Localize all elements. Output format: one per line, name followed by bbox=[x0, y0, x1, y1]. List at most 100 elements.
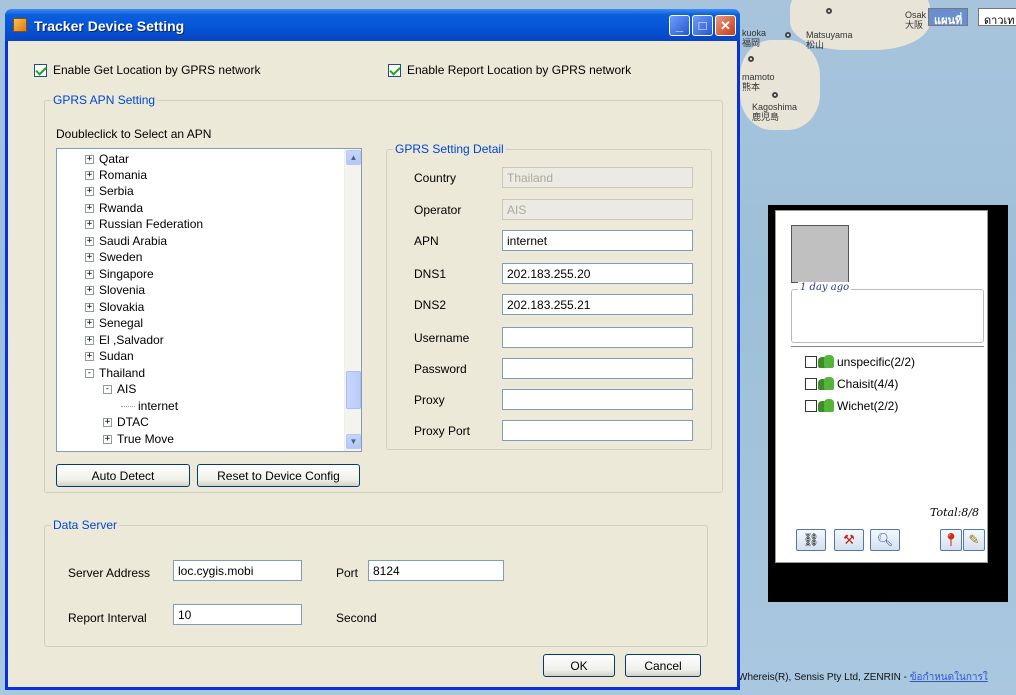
tree-node[interactable]: - Thailand bbox=[85, 365, 145, 381]
tree-node[interactable]: + True Move bbox=[103, 431, 174, 447]
proxy-label: Proxy bbox=[414, 393, 445, 407]
group-item[interactable]: Wichet(2/2) bbox=[805, 397, 898, 415]
dialog-titlebar[interactable]: Tracker Device Setting _ □ ✕ bbox=[5, 9, 740, 41]
map-label-osaka: Osak 大阪 bbox=[905, 10, 927, 30]
reset-device-config-button[interactable]: Reset to Device Config bbox=[197, 464, 360, 487]
group-item[interactable]: unspecific(2/2) bbox=[805, 353, 915, 371]
apn-tree[interactable]: + Qatar + Romania + Serbia + Rwanda + Russian… bbox=[56, 148, 362, 452]
link-button[interactable]: ⛓ bbox=[796, 529, 826, 551]
server-address-label: Server Address bbox=[68, 566, 151, 580]
report-interval-field[interactable]: 10 bbox=[173, 604, 302, 625]
terms-link[interactable]: ข้อกำหนดในการใ bbox=[910, 672, 988, 683]
city-marker-icon bbox=[772, 92, 778, 98]
expand-icon[interactable]: + bbox=[85, 170, 94, 180]
tree-node[interactable]: + DTAC bbox=[103, 414, 149, 430]
expand-icon[interactable]: + bbox=[85, 269, 94, 279]
checkbox-checked-icon[interactable] bbox=[34, 63, 47, 77]
expand-icon[interactable]: + bbox=[85, 335, 94, 345]
scroll-thumb[interactable] bbox=[346, 371, 361, 409]
tree-node[interactable]: - AIS bbox=[103, 381, 136, 397]
group-users-icon bbox=[818, 399, 834, 413]
group-item[interactable]: Chaisit(4/4) bbox=[805, 375, 898, 393]
tracker-device-setting-dialog: Tracker Device Setting _ □ ✕ Enable Get … bbox=[5, 9, 740, 690]
scroll-down-button[interactable]: ▼ bbox=[346, 434, 361, 449]
tree-leaf[interactable]: internet bbox=[121, 398, 178, 414]
expand-icon[interactable]: + bbox=[103, 417, 112, 427]
collapse-icon[interactable]: - bbox=[85, 368, 94, 378]
dns1-field[interactable]: 202.183.255.20 bbox=[502, 263, 693, 284]
satellite-type-button[interactable]: ดาวเท bbox=[978, 8, 1016, 26]
proxy-port-field[interactable] bbox=[502, 420, 693, 441]
expand-icon[interactable]: + bbox=[85, 302, 94, 312]
enable-get-location-checkbox[interactable]: Enable Get Location by GPRS network bbox=[34, 63, 260, 77]
operator-label: Operator bbox=[414, 203, 462, 217]
expand-icon[interactable]: + bbox=[85, 154, 94, 164]
close-button[interactable]: ✕ bbox=[715, 15, 736, 36]
expand-icon[interactable]: + bbox=[103, 434, 112, 444]
search-button[interactable]: 🔍︎ bbox=[870, 529, 900, 551]
map-label-fukuoka: kuoka 福岡 bbox=[742, 28, 767, 48]
tree-node[interactable]: + Slovakia bbox=[85, 299, 144, 315]
username-field[interactable] bbox=[502, 327, 693, 348]
expand-icon[interactable]: + bbox=[85, 186, 94, 196]
collapse-icon[interactable]: - bbox=[103, 384, 112, 394]
group-users-icon bbox=[818, 377, 834, 391]
expand-icon[interactable]: + bbox=[85, 252, 94, 262]
maximize-button[interactable]: □ bbox=[692, 15, 713, 36]
group-checkbox[interactable] bbox=[805, 400, 817, 412]
tree-scrollbar[interactable]: ▲ ▼ bbox=[344, 149, 361, 451]
auto-detect-button[interactable]: Auto Detect bbox=[56, 464, 190, 487]
tree-node[interactable]: + Slovenia bbox=[85, 282, 145, 298]
link-icon: ⛓ bbox=[802, 532, 820, 547]
password-field[interactable] bbox=[502, 358, 693, 379]
enable-report-location-checkbox[interactable]: Enable Report Location by GPRS network bbox=[388, 63, 631, 77]
tree-node[interactable]: + El ,Salvador bbox=[85, 332, 164, 348]
edit-button[interactable]: ✎ bbox=[963, 529, 985, 551]
server-address-field[interactable]: loc.cygis.mobi bbox=[173, 560, 302, 581]
tree-node[interactable]: + Saudi Arabia bbox=[85, 233, 167, 249]
pin-button[interactable]: 📍︎ bbox=[940, 529, 962, 551]
tree-node[interactable]: + Romania bbox=[85, 167, 147, 183]
tree-node[interactable]: + Rwanda bbox=[85, 200, 143, 216]
map-type-button[interactable]: แผนที่ bbox=[928, 8, 969, 27]
ok-button[interactable]: OK bbox=[543, 654, 615, 677]
close-icon: ✕ bbox=[720, 17, 731, 33]
tree-node[interactable]: + Qatar bbox=[85, 151, 129, 167]
device-avatar bbox=[791, 225, 849, 283]
apn-field[interactable]: internet bbox=[502, 230, 693, 251]
cancel-button[interactable]: Cancel bbox=[625, 654, 701, 677]
expand-icon[interactable]: + bbox=[85, 219, 94, 229]
tree-node[interactable]: + Serbia bbox=[85, 183, 134, 199]
expand-icon[interactable]: + bbox=[85, 318, 94, 328]
scroll-up-button[interactable]: ▲ bbox=[346, 150, 361, 165]
city-marker-icon bbox=[785, 32, 791, 38]
proxy-field[interactable] bbox=[502, 389, 693, 410]
group-checkbox[interactable] bbox=[805, 356, 817, 368]
expand-icon[interactable]: + bbox=[85, 236, 94, 246]
minimize-button[interactable]: _ bbox=[669, 15, 690, 36]
map-label-kagoshima: Kagoshima 鹿児島 bbox=[752, 102, 798, 122]
tools-button[interactable]: ⚒ bbox=[834, 529, 864, 551]
app-icon bbox=[13, 18, 27, 32]
city-marker-icon bbox=[748, 56, 754, 62]
expand-icon[interactable]: + bbox=[85, 285, 94, 295]
tree-node[interactable]: + Singapore bbox=[85, 266, 154, 282]
map-copyright: Whereis(R), Sensis Pty Ltd, ZENRIN - ข้อ… bbox=[738, 672, 988, 683]
group-checkbox[interactable] bbox=[805, 378, 817, 390]
tree-node[interactable]: + Russian Federation bbox=[85, 216, 203, 232]
group-label: Chaisit(4/4) bbox=[837, 377, 899, 391]
tree-node[interactable]: + Sudan bbox=[85, 348, 134, 364]
checkbox-checked-icon[interactable] bbox=[388, 63, 401, 77]
tree-node[interactable]: + Senegal bbox=[85, 315, 143, 331]
tree-node[interactable]: + Sweden bbox=[85, 249, 142, 265]
enable-get-location-label: Enable Get Location by GPRS network bbox=[53, 63, 261, 77]
username-label: Username bbox=[414, 331, 470, 345]
password-label: Password bbox=[414, 362, 467, 376]
apn-label: APN bbox=[414, 234, 439, 248]
port-field[interactable]: 8124 bbox=[368, 560, 504, 581]
map-label-kumamoto: mamoto 熊本 bbox=[742, 72, 775, 92]
dns2-field[interactable]: 202.183.255.21 bbox=[502, 294, 693, 315]
expand-icon[interactable]: + bbox=[85, 351, 94, 361]
tree-line bbox=[121, 405, 135, 407]
expand-icon[interactable]: + bbox=[85, 203, 94, 213]
